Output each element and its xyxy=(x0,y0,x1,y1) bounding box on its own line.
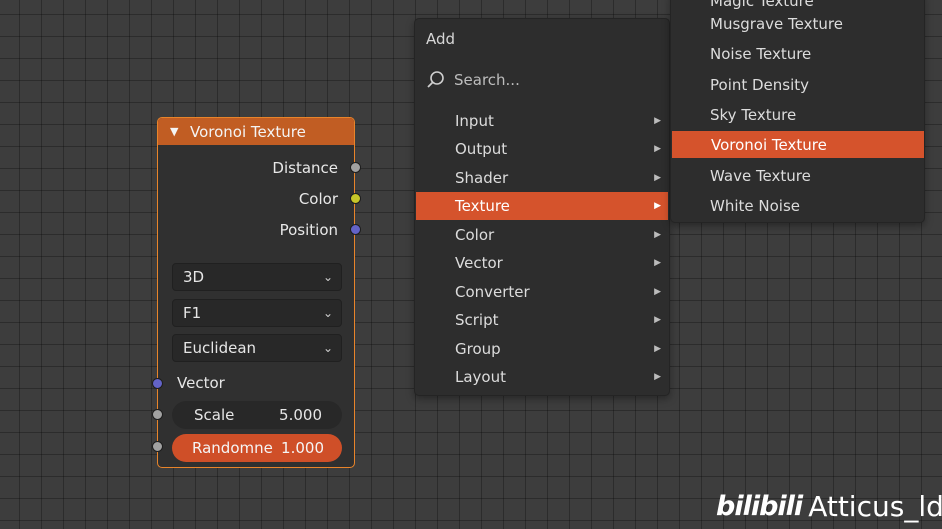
menu-item-group[interactable]: Group ▶ xyxy=(416,335,668,363)
node-title: Voronoi Texture xyxy=(190,122,306,141)
distance-metric-dropdown[interactable]: Euclidean ⌄ xyxy=(172,334,342,362)
distance-socket[interactable] xyxy=(350,162,361,173)
submenu-arrow-icon: ▶ xyxy=(654,230,661,240)
vector-label: Vector xyxy=(177,374,225,392)
submenu-item-white-noise[interactable]: White Noise xyxy=(671,192,924,219)
menu-item-label: Vector xyxy=(455,254,503,272)
menu-item-output[interactable]: Output ▶ xyxy=(416,135,668,163)
color-socket[interactable] xyxy=(350,193,361,204)
feature-dropdown[interactable]: F1 ⌄ xyxy=(172,299,342,327)
menu-item-converter[interactable]: Converter ▶ xyxy=(416,278,668,306)
submenu-arrow-icon: ▶ xyxy=(654,144,661,154)
menu-item-label: Input xyxy=(455,112,494,130)
chevron-down-icon: ⌄ xyxy=(322,270,333,284)
menu-item-input[interactable]: Input ▶ xyxy=(416,107,668,135)
node-header[interactable]: ▼ Voronoi Texture xyxy=(158,118,354,145)
submenu-arrow-icon: ▶ xyxy=(654,258,661,268)
submenu-item-label: White Noise xyxy=(710,196,800,215)
output-color-label: Color xyxy=(298,190,338,208)
submenu-arrow-icon: ▶ xyxy=(654,287,661,297)
voronoi-texture-node[interactable]: ▼ Voronoi Texture Distance Color Positio… xyxy=(152,117,361,468)
output-distance-label: Distance xyxy=(272,159,338,177)
menu-item-layout[interactable]: Layout ▶ xyxy=(416,363,668,391)
submenu-item-wave-texture[interactable]: Wave Texture xyxy=(671,162,924,189)
randomness-socket[interactable] xyxy=(152,441,163,452)
submenu-arrow-icon: ▶ xyxy=(654,372,661,382)
submenu-item-sky-texture[interactable]: Sky Texture xyxy=(671,101,924,128)
watermark: bilibili Atticus_ld xyxy=(716,490,942,523)
collapse-triangle-icon[interactable]: ▼ xyxy=(170,125,180,138)
menu-item-label: Layout xyxy=(455,368,506,386)
output-color: Color xyxy=(299,188,354,210)
vector-socket[interactable] xyxy=(152,378,163,389)
submenu-arrow-icon: ▶ xyxy=(654,201,661,211)
watermark-username: Atticus_ld xyxy=(808,490,942,523)
output-position-label: Position xyxy=(279,221,338,239)
menu-search[interactable]: Search... xyxy=(426,70,520,90)
feature-value: F1 xyxy=(183,304,202,322)
dimensions-value: 3D xyxy=(183,268,205,286)
menu-item-label: Output xyxy=(455,140,508,158)
scale-value: 5.000 xyxy=(279,406,322,424)
dimensions-dropdown[interactable]: 3D ⌄ xyxy=(172,263,342,291)
scale-label: Scale xyxy=(194,406,235,424)
menu-item-label: Shader xyxy=(455,169,509,187)
position-socket[interactable] xyxy=(350,224,361,235)
submenu-item-label: Wave Texture xyxy=(710,166,811,185)
menu-item-color[interactable]: Color ▶ xyxy=(416,221,668,249)
add-menu: Add Search... Input ▶ Output ▶ Shader ▶ … xyxy=(414,18,670,396)
search-icon xyxy=(427,71,444,88)
submenu-arrow-icon: ▶ xyxy=(654,173,661,183)
submenu-item-label: Sky Texture xyxy=(710,105,797,124)
menu-item-texture[interactable]: Texture ▶ xyxy=(416,192,668,220)
menu-item-script[interactable]: Script ▶ xyxy=(416,306,668,334)
add-menu-title: Add xyxy=(426,30,456,48)
submenu-arrow-icon: ▶ xyxy=(654,344,661,354)
submenu-item-label: Voronoi Texture xyxy=(711,135,827,154)
chevron-down-icon: ⌄ xyxy=(322,306,333,320)
menu-item-label: Script xyxy=(455,311,499,329)
menu-item-vector[interactable]: Vector ▶ xyxy=(416,249,668,277)
submenu-arrow-icon: ▶ xyxy=(654,315,661,325)
bilibili-logo: bilibili xyxy=(716,491,803,522)
randomness-label: Randomne xyxy=(192,439,273,457)
submenu-item-voronoi-texture[interactable]: Voronoi Texture xyxy=(672,131,924,158)
menu-item-label: Texture xyxy=(455,197,510,215)
submenu-item-label: Magic Texture xyxy=(710,0,814,10)
randomness-value: 1.000 xyxy=(281,439,324,457)
search-placeholder: Search... xyxy=(454,71,520,89)
submenu-item-noise-texture[interactable]: Noise Texture xyxy=(671,40,924,67)
menu-item-label: Converter xyxy=(455,283,530,301)
submenu-item-label: Noise Texture xyxy=(710,44,812,63)
submenu-item-musgrave-texture[interactable]: Musgrave Texture xyxy=(671,10,924,37)
menu-item-label: Color xyxy=(455,226,495,244)
menu-item-label: Group xyxy=(455,340,501,358)
scale-field[interactable]: Scale 5.000 xyxy=(172,401,342,429)
distance-metric-value: Euclidean xyxy=(183,339,257,357)
submenu-item-point-density[interactable]: Point Density xyxy=(671,71,924,98)
texture-submenu: Magic Texture Musgrave Texture Noise Tex… xyxy=(670,0,925,223)
submenu-item-label: Musgrave Texture xyxy=(710,14,843,33)
scale-socket[interactable] xyxy=(152,409,163,420)
submenu-arrow-icon: ▶ xyxy=(654,116,661,126)
submenu-item-label: Point Density xyxy=(710,75,810,94)
menu-item-shader[interactable]: Shader ▶ xyxy=(416,164,668,192)
output-distance: Distance xyxy=(272,157,354,179)
chevron-down-icon: ⌄ xyxy=(322,341,333,355)
randomness-field[interactable]: Randomne 1.000 xyxy=(172,434,342,462)
output-position: Position xyxy=(280,219,354,241)
